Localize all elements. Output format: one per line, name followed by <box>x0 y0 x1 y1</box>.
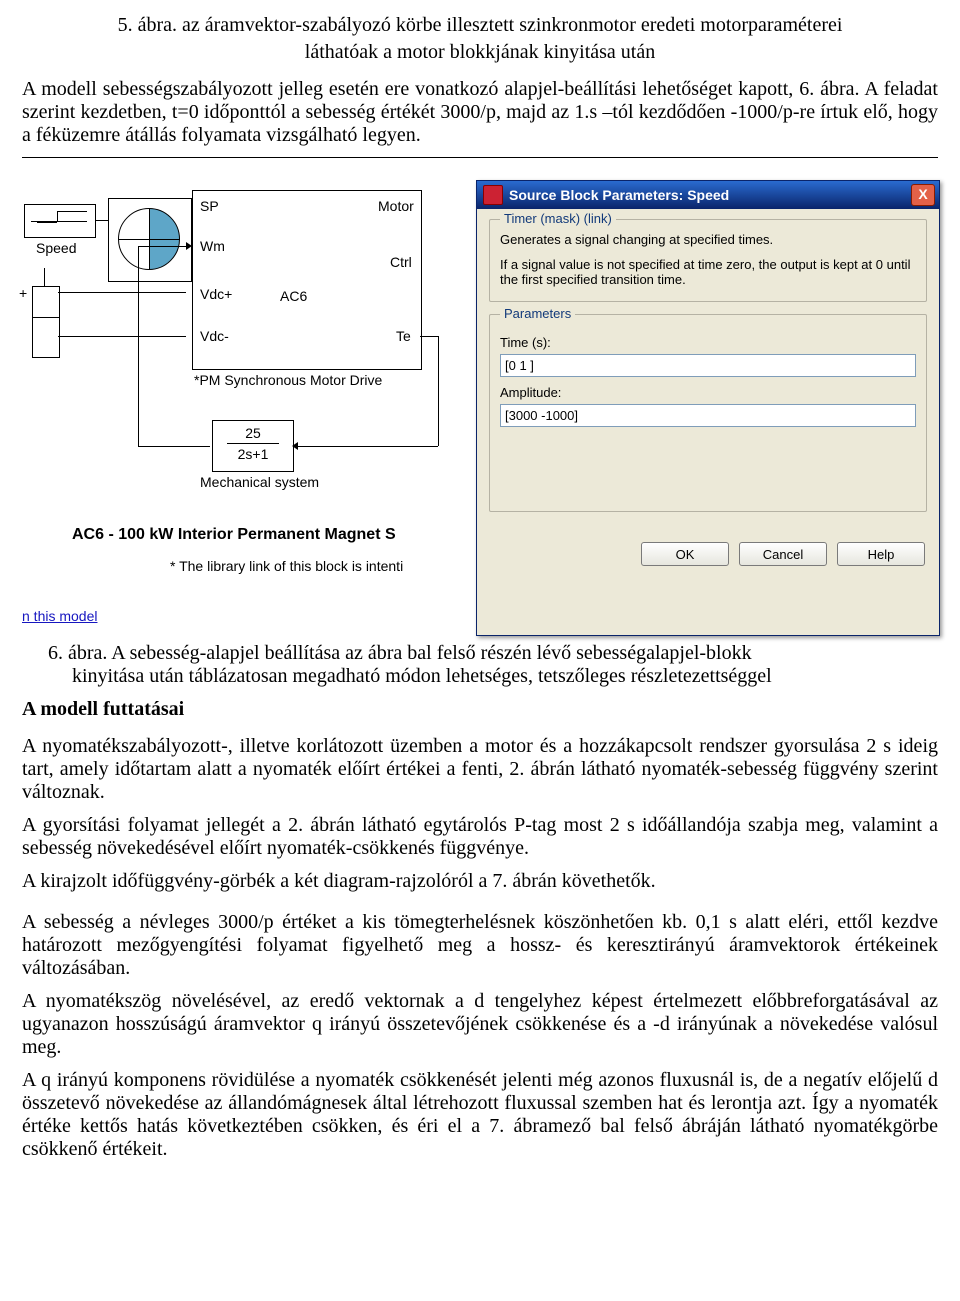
transfer-function-block: 25 2s+1 <box>212 420 294 472</box>
amplitude-input[interactable] <box>500 404 916 427</box>
mech-system-label: Mechanical system <box>200 474 319 490</box>
port-motor: Motor <box>378 198 414 214</box>
library-note: * The library link of this block is inte… <box>170 558 403 574</box>
amplitude-label: Amplitude: <box>500 385 916 400</box>
speed-label: Speed <box>36 240 76 256</box>
help-button[interactable]: Help <box>837 542 925 566</box>
paragraph-7: A nyomatékszög növelésével, az eredő vek… <box>22 990 938 1059</box>
pm-note: *PM Synchronous Motor Drive <box>194 372 382 388</box>
port-sp: SP <box>200 198 219 214</box>
dialog-title: Source Block Parameters: Speed <box>509 187 911 203</box>
mask-desc-1: Generates a signal changing at specified… <box>500 232 916 247</box>
fig5-caption-line2: láthatóak a motor blokkjának kinyitása u… <box>22 41 938 64</box>
source-block-parameters-dialog: Source Block Parameters: Speed X Timer (… <box>476 180 940 636</box>
simulink-icon <box>483 185 503 205</box>
mask-description-group: Timer (mask) (link) Generates a signal c… <box>489 219 927 302</box>
port-wm: Wm <box>200 238 225 254</box>
wire <box>58 336 186 337</box>
port-te: Te <box>396 328 411 344</box>
wire <box>420 336 438 337</box>
paragraph-3: A nyomatékszabályozott-, illetve korláto… <box>22 735 938 804</box>
motor-icon <box>118 208 180 270</box>
cancel-button[interactable]: Cancel <box>739 542 827 566</box>
mask-legend: Timer (mask) (link) <box>500 211 616 226</box>
fig6-caption-line1: 6. ábra. A sebesség-alapjel beállítása a… <box>48 642 938 665</box>
intro-paragraph: A modell sebességszabályozott jelleg ese… <box>22 78 938 147</box>
port-ctrl: Ctrl <box>390 254 412 270</box>
model-title: AC6 - 100 kW Interior Permanent Magnet S <box>72 526 396 544</box>
wire <box>438 336 439 446</box>
time-label: Time (s): <box>500 335 916 350</box>
parameters-group: Parameters Time (s): Amplitude: <box>489 314 927 512</box>
wire <box>44 268 45 286</box>
fig6-caption-line2: kinyitása után táblázatosan megadható mó… <box>72 665 938 688</box>
wire <box>138 246 139 446</box>
wire <box>298 446 438 447</box>
dialog-titlebar[interactable]: Source Block Parameters: Speed X <box>477 181 939 209</box>
tf-numerator: 25 <box>213 421 293 441</box>
simulink-model: Speed SP Wm Vdc+ Vdc- Motor Ctrl Te AC6 … <box>22 168 477 628</box>
divider <box>22 157 938 158</box>
close-button[interactable]: X <box>911 184 935 206</box>
port-vdcm: Vdc- <box>200 328 229 344</box>
paragraph-8: A q irányú komponens rövidülése a nyomat… <box>22 1069 938 1161</box>
wire <box>58 292 186 293</box>
paragraph-6: A sebesség a névleges 3000/p értéket a k… <box>22 911 938 980</box>
port-vdcp: Vdc+ <box>200 286 232 302</box>
time-input[interactable] <box>500 354 916 377</box>
paragraph-5: A kirajzolt időfüggvény-görbék a két dia… <box>22 870 938 893</box>
figure-area: Speed SP Wm Vdc+ Vdc- Motor Ctrl Te AC6 … <box>22 168 938 640</box>
parameters-legend: Parameters <box>500 306 575 321</box>
speed-source-block <box>24 204 96 238</box>
dc-source <box>32 286 60 358</box>
paragraph-4: A gyorsítási folyamat jellegét a 2. ábrá… <box>22 814 938 860</box>
fig5-caption-line1: 5. ábra. az áramvektor-szabályozó körbe … <box>22 14 938 37</box>
wire <box>138 246 186 247</box>
model-link[interactable]: n this model <box>22 608 97 624</box>
tf-denominator: 2s+1 <box>213 446 293 462</box>
ok-button[interactable]: OK <box>641 542 729 566</box>
wire <box>138 446 210 447</box>
ac6-label: AC6 <box>280 288 307 304</box>
mask-desc-2: If a signal value is not specified at ti… <box>500 257 916 287</box>
section-heading: A modell futtatásai <box>22 698 938 721</box>
